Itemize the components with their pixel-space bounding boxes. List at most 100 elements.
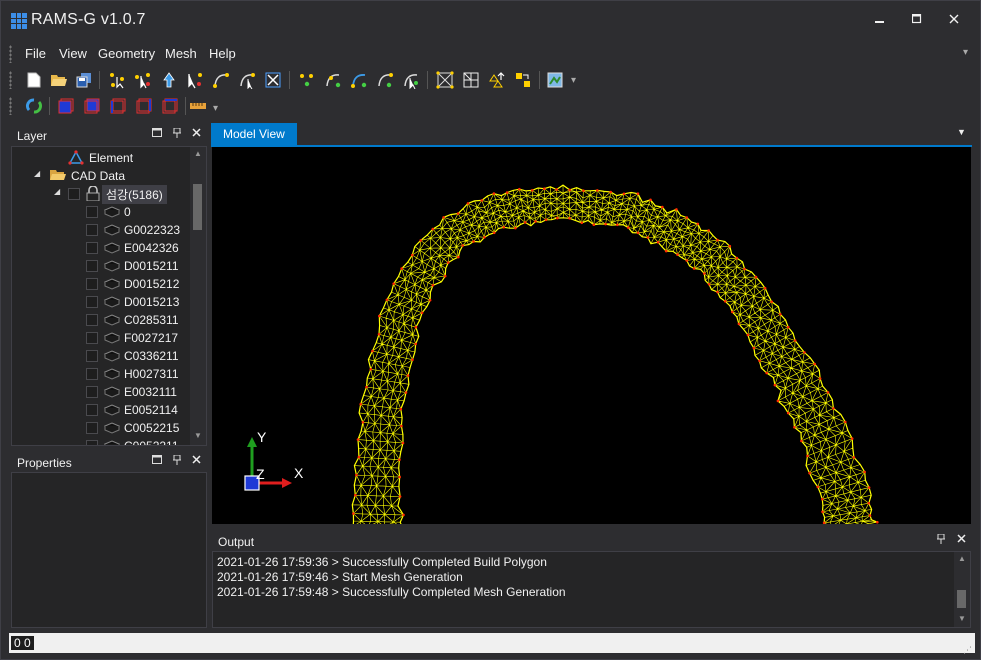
pin-icon[interactable]	[170, 127, 184, 141]
maximize-button[interactable]	[902, 9, 932, 31]
output-log[interactable]: 2021-01-26 17:59:36 > Successfully Compl…	[212, 551, 971, 628]
mesh-node	[716, 238, 719, 242]
open-folder-icon[interactable]	[50, 71, 68, 89]
select-arc-icon[interactable]	[238, 71, 256, 89]
layer-checkbox[interactable]	[86, 404, 98, 416]
tree-item-group[interactable]: ◢ 섬강(5186)	[54, 185, 188, 204]
layer-scrollbar[interactable]: ▲ ▼	[190, 147, 206, 445]
output-scrollbar[interactable]: ▲ ▼	[954, 552, 970, 627]
menu-view[interactable]: View	[59, 46, 87, 61]
minimize-button[interactable]	[865, 9, 895, 31]
float-icon[interactable]	[150, 455, 164, 467]
save-icon[interactable]	[75, 71, 93, 89]
layer-item[interactable]: D0015213	[86, 293, 190, 311]
layer-checkbox[interactable]	[86, 350, 98, 362]
delete-arc-icon[interactable]	[264, 71, 282, 89]
layer-item[interactable]: G0022323	[86, 221, 190, 239]
refine-mesh-icon[interactable]	[514, 71, 532, 89]
menu-help[interactable]: Help	[209, 46, 236, 61]
view-left-icon[interactable]	[109, 97, 127, 115]
layer-item[interactable]: E0042326	[86, 239, 190, 257]
pin-icon[interactable]	[934, 533, 948, 547]
pin-icon[interactable]	[170, 454, 184, 468]
toolbar-grip[interactable]	[9, 97, 12, 115]
output-scroll-thumb[interactable]	[957, 590, 966, 608]
toolbar-overflow-icon[interactable]: ▾	[571, 75, 576, 86]
layer-item[interactable]: 0	[86, 203, 190, 221]
layer-checkbox[interactable]	[86, 296, 98, 308]
scroll-down-icon[interactable]: ▼	[194, 431, 202, 440]
mesh-node	[523, 221, 527, 224]
view-front-icon[interactable]	[57, 97, 75, 115]
new-file-icon[interactable]	[25, 71, 43, 89]
mesh-quad-icon[interactable]	[462, 71, 480, 89]
layer-checkbox[interactable]	[86, 368, 98, 380]
map-view-icon[interactable]	[546, 71, 564, 89]
close-panel-icon[interactable]	[189, 455, 203, 467]
layer-item[interactable]: H0027311	[86, 365, 190, 383]
menu-file[interactable]: File	[25, 46, 46, 61]
tree-item-element[interactable]: Element	[68, 149, 188, 167]
layer-item[interactable]: D0015212	[86, 275, 190, 293]
layer-checkbox[interactable]	[86, 422, 98, 434]
float-icon[interactable]	[150, 128, 164, 140]
layer-item[interactable]: C0336211	[86, 347, 190, 365]
layer-item[interactable]: C0052215	[86, 419, 190, 437]
layer-checkbox[interactable]	[86, 242, 98, 254]
tree-item-cad-data[interactable]: ◢ CAD Data	[34, 167, 194, 185]
toolbar-overflow-icon[interactable]: ▾	[213, 103, 218, 114]
model-viewport[interactable]: Y Z X	[212, 147, 971, 524]
menu-geometry[interactable]: Geometry	[98, 46, 155, 61]
scroll-up-icon[interactable]: ▲	[958, 554, 966, 563]
layer-item[interactable]: C0052211	[86, 437, 190, 445]
mesh-canvas[interactable]: Y Z X	[212, 147, 971, 524]
layer-checkbox[interactable]	[86, 206, 98, 218]
layer-checkbox[interactable]	[86, 278, 98, 290]
select-node-icon[interactable]	[134, 71, 152, 89]
view-top-icon[interactable]	[161, 97, 179, 115]
layer-item[interactable]: E0032111	[86, 383, 190, 401]
layer-checkbox[interactable]	[86, 224, 98, 236]
merge-nodes-icon[interactable]	[298, 71, 316, 89]
layer-checkbox[interactable]	[68, 188, 80, 200]
add-node-icon[interactable]	[108, 71, 126, 89]
expand-arrow-icon[interactable]: ◢	[54, 187, 60, 196]
resize-grip-icon[interactable]: ⋰	[963, 645, 972, 656]
tab-model-view[interactable]: Model View	[211, 123, 297, 146]
layer-item[interactable]: D0015211	[86, 257, 190, 275]
layer-checkbox[interactable]	[86, 260, 98, 272]
layer-item[interactable]: C0285311	[86, 311, 190, 329]
view-back-icon[interactable]	[83, 97, 101, 115]
add-arc-icon[interactable]	[212, 71, 230, 89]
close-button[interactable]	[939, 9, 969, 31]
layer-checkbox[interactable]	[86, 386, 98, 398]
tab-dropdown-icon[interactable]: ▼	[957, 127, 966, 137]
close-panel-icon[interactable]	[189, 128, 203, 140]
mesh-node	[685, 259, 689, 262]
layer-checkbox[interactable]	[86, 332, 98, 344]
menu-overflow-icon[interactable]: ▾	[963, 47, 968, 58]
layer-checkbox[interactable]	[86, 314, 98, 326]
arc-select-icon[interactable]	[402, 71, 420, 89]
layer-scroll-thumb[interactable]	[193, 184, 202, 230]
view-right-icon[interactable]	[135, 97, 153, 115]
move-node-icon[interactable]	[160, 71, 178, 89]
polyline-edit-icon[interactable]	[376, 71, 394, 89]
split-arc-icon[interactable]	[324, 71, 342, 89]
refresh-view-icon[interactable]	[25, 97, 43, 115]
layer-item[interactable]: F0027217	[86, 329, 190, 347]
generate-mesh-icon[interactable]	[488, 71, 506, 89]
ruler-icon[interactable]	[189, 97, 207, 115]
menu-mesh[interactable]: Mesh	[165, 46, 197, 61]
arc-to-polyline-icon[interactable]	[350, 71, 368, 89]
node-edit-icon[interactable]	[186, 71, 204, 89]
scroll-down-icon[interactable]: ▼	[958, 614, 966, 623]
menu-grip[interactable]	[9, 45, 12, 63]
build-polygon-icon[interactable]	[436, 71, 454, 89]
toolbar-grip[interactable]	[9, 71, 12, 89]
scroll-up-icon[interactable]: ▲	[194, 149, 202, 158]
expand-arrow-icon[interactable]: ◢	[34, 169, 40, 178]
close-panel-icon[interactable]	[954, 534, 968, 546]
layer-item[interactable]: E0052114	[86, 401, 190, 419]
layer-checkbox[interactable]	[86, 440, 98, 445]
